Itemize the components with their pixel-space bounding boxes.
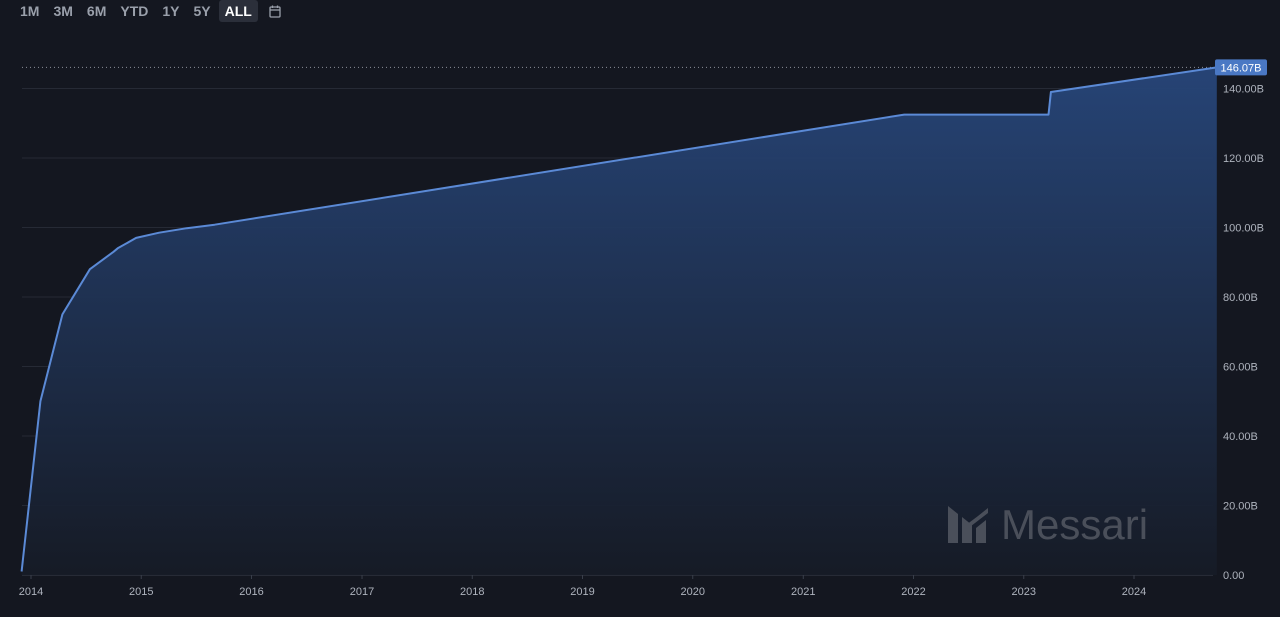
y-axis: 0.00 20.00B 40.00B 60.00B 80.00B 100.00B 120.0… — [1223, 84, 1264, 583]
series-area — [21, 67, 1217, 576]
x-tick-label: 2015 — [129, 586, 153, 598]
y-tick-label: 20.00B — [1223, 501, 1258, 513]
y-tick-label: 80.00B — [1223, 292, 1258, 304]
x-tick-label: 2017 — [350, 586, 374, 598]
x-tick-label: 2021 — [791, 586, 815, 598]
x-tick-label: 2024 — [1122, 586, 1146, 598]
x-tick-label: 2022 — [901, 586, 925, 598]
x-tick-label: 2023 — [1012, 586, 1036, 598]
x-axis: 2014 2015 2016 2017 2018 2019 2020 2021 2022 2023… — [19, 575, 1146, 598]
y-tick-label: 0.00 — [1223, 570, 1244, 582]
x-tick-label: 2014 — [19, 586, 43, 598]
last-value-badge: 146.07B — [1215, 59, 1267, 76]
x-tick-label: 2019 — [570, 586, 594, 598]
x-tick-label: 2020 — [680, 586, 704, 598]
y-tick-label: 60.00B — [1223, 362, 1258, 374]
last-value-label: 146.07B — [1221, 62, 1262, 74]
x-tick-label: 2018 — [460, 586, 484, 598]
y-tick-label: 100.00B — [1223, 223, 1264, 235]
y-tick-label: 40.00B — [1223, 431, 1258, 443]
y-tick-label: 120.00B — [1223, 153, 1264, 165]
x-tick-label: 2016 — [239, 586, 263, 598]
watermark-label: Messari — [1001, 501, 1148, 548]
y-tick-label: 140.00B — [1223, 84, 1264, 96]
area-chart: 2014 2015 2016 2017 2018 2019 2020 2021 2022 2023… — [19, 59, 1267, 598]
